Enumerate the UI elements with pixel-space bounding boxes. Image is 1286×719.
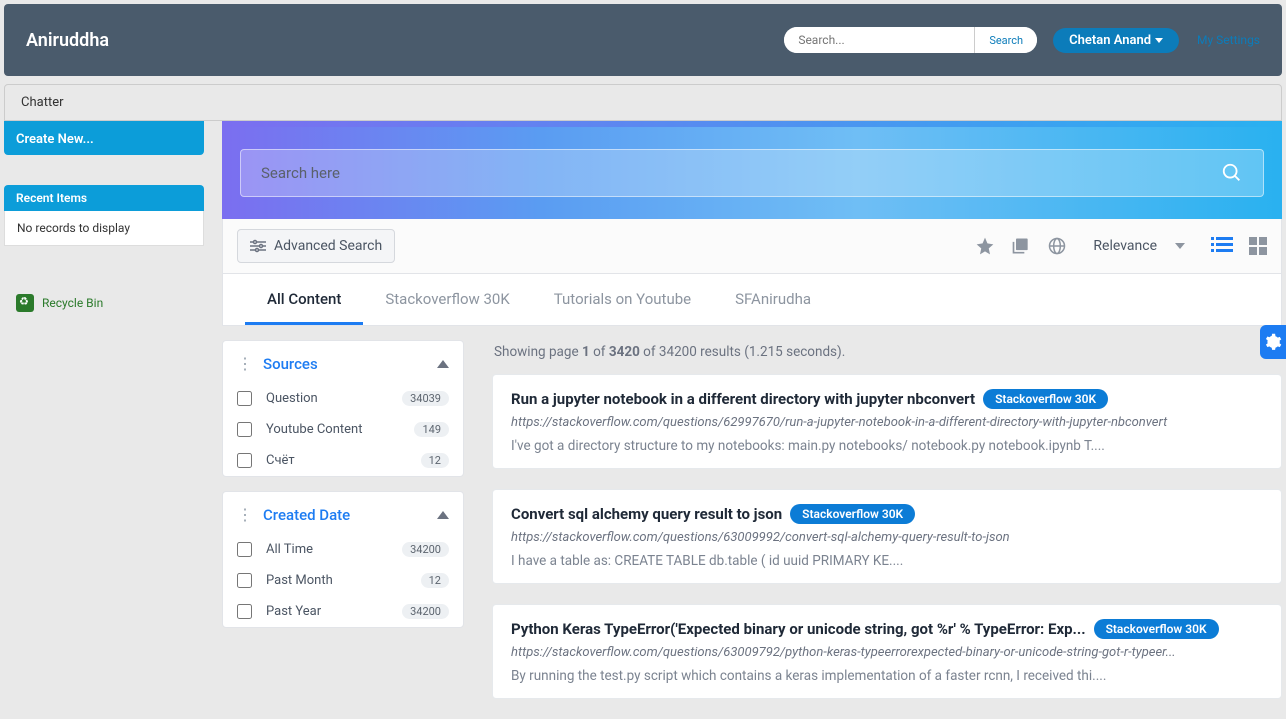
recent-items-empty: No records to display [4, 211, 204, 246]
chevron-down-icon [1175, 243, 1185, 249]
result-snippet: I've got a directory structure to my not… [511, 438, 1263, 454]
result-card[interactable]: Python Keras TypeError('Expected binary … [492, 604, 1282, 699]
star-icon[interactable] [975, 236, 995, 256]
global-search-button[interactable]: Search [974, 27, 1037, 53]
facet-panel: ⋮Created DateAll Time34200Past Month12Pa… [222, 491, 464, 628]
results-summary: Showing page 1 of 3420 of 34200 results … [494, 344, 1282, 360]
collections-icon[interactable] [1011, 236, 1031, 256]
results-toolbar: Advanced Search Relevance [222, 219, 1282, 274]
content-tab[interactable]: All Content [245, 274, 363, 325]
result-url[interactable]: https://stackoverflow.com/questions/6300… [511, 645, 1263, 660]
content-tabs: All ContentStackoverflow 30KTutorials on… [222, 274, 1282, 326]
facet-label: All Time [266, 542, 402, 557]
global-search-input[interactable] [784, 27, 974, 53]
facet-label: Question [266, 391, 402, 406]
result-title[interactable]: Run a jupyter notebook in a different di… [511, 390, 975, 408]
settings-gear-tab[interactable] [1260, 325, 1286, 359]
facet-label: Счёт [266, 453, 421, 468]
facet-count: 12 [421, 453, 449, 468]
sort-dropdown[interactable]: Relevance [1083, 232, 1195, 260]
facet-item[interactable]: Youtube Content149 [223, 414, 463, 445]
tab-chatter[interactable]: Chatter [21, 95, 64, 110]
facet-count: 149 [414, 422, 449, 437]
recycle-icon [16, 294, 34, 312]
facet-checkbox[interactable] [237, 542, 252, 557]
facet-title: Created Date [263, 506, 350, 524]
facet-count: 12 [421, 573, 449, 588]
global-search: Search [784, 27, 1037, 53]
result-card[interactable]: Convert sql alchemy query result to json… [492, 489, 1282, 584]
facet-label: Past Year [266, 604, 402, 619]
app-title: Aniruddha [26, 30, 109, 51]
chevron-up-icon[interactable] [437, 360, 449, 368]
facet-count: 34200 [402, 604, 449, 619]
sliders-icon [250, 239, 266, 253]
gear-icon [1264, 333, 1282, 351]
facet-item[interactable]: Question34039 [223, 383, 463, 414]
search-icon[interactable] [1221, 162, 1243, 184]
chevron-up-icon[interactable] [437, 511, 449, 519]
drag-dots-icon: ⋮ [237, 359, 253, 369]
result-source-badge: Stackoverflow 30K [1094, 619, 1219, 639]
results-column: Showing page 1 of 3420 of 34200 results … [492, 340, 1282, 719]
caret-down-icon [1155, 38, 1163, 43]
user-name: Chetan Anand [1069, 33, 1151, 48]
facet-item[interactable]: Past Month12 [223, 565, 463, 596]
globe-icon[interactable] [1047, 236, 1067, 256]
facet-checkbox[interactable] [237, 573, 252, 588]
drag-dots-icon: ⋮ [237, 510, 253, 520]
facet-item[interactable]: All Time34200 [223, 534, 463, 565]
facet-checkbox[interactable] [237, 422, 252, 437]
result-title[interactable]: Convert sql alchemy query result to json [511, 505, 782, 523]
result-url[interactable]: https://stackoverflow.com/questions/6300… [511, 530, 1263, 545]
facet-count: 34200 [402, 542, 449, 557]
hero-banner [222, 127, 1282, 219]
advanced-search-button[interactable]: Advanced Search [237, 229, 395, 263]
result-source-badge: Stackoverflow 30K [983, 389, 1108, 409]
content-tab[interactable]: Tutorials on Youtube [532, 274, 713, 325]
sort-label: Relevance [1093, 238, 1157, 254]
my-settings-link[interactable]: My Settings [1197, 33, 1260, 47]
primary-tab-bar: Chatter [4, 84, 1282, 121]
advanced-search-label: Advanced Search [274, 238, 382, 254]
hero-search-input[interactable] [261, 164, 1221, 182]
result-snippet: I have a table as: CREATE TABLE db.table… [511, 553, 1263, 569]
facet-checkbox[interactable] [237, 391, 252, 406]
facets-column: ⋮SourcesQuestion34039Youtube Content149С… [222, 340, 464, 719]
content-tab[interactable]: Stackoverflow 30K [363, 274, 531, 325]
hero-search [240, 149, 1264, 197]
result-source-badge: Stackoverflow 30K [790, 504, 915, 524]
result-snippet: By running the test.py script which cont… [511, 668, 1263, 684]
facet-item[interactable]: Счёт12 [223, 445, 463, 476]
list-view-icon[interactable] [1211, 237, 1233, 255]
recycle-bin-link[interactable]: Recycle Bin [4, 282, 204, 324]
facet-label: Past Month [266, 573, 421, 588]
facet-label: Youtube Content [266, 422, 414, 437]
facet-panel: ⋮SourcesQuestion34039Youtube Content149С… [222, 340, 464, 477]
facet-checkbox[interactable] [237, 604, 252, 619]
facet-title: Sources [263, 355, 318, 373]
facet-item[interactable]: Past Year34200 [223, 596, 463, 627]
facet-checkbox[interactable] [237, 453, 252, 468]
recycle-label: Recycle Bin [42, 296, 103, 310]
grid-view-icon[interactable] [1249, 237, 1267, 255]
result-url[interactable]: https://stackoverflow.com/questions/6299… [511, 415, 1263, 430]
user-menu[interactable]: Chetan Anand [1053, 28, 1179, 53]
main-content: Advanced Search Relevance All [222, 121, 1282, 719]
recent-items-header: Recent Items [4, 185, 204, 211]
result-title[interactable]: Python Keras TypeError('Expected binary … [511, 620, 1086, 638]
content-tab[interactable]: SFAnirudha [713, 274, 833, 325]
facet-count: 34039 [402, 391, 449, 406]
create-new-button[interactable]: Create New... [4, 124, 204, 155]
result-card[interactable]: Run a jupyter notebook in a different di… [492, 374, 1282, 469]
top-bar: Aniruddha Search Chetan Anand My Setting… [4, 4, 1282, 76]
left-sidebar: Create New... Recent Items No records to… [4, 121, 204, 719]
